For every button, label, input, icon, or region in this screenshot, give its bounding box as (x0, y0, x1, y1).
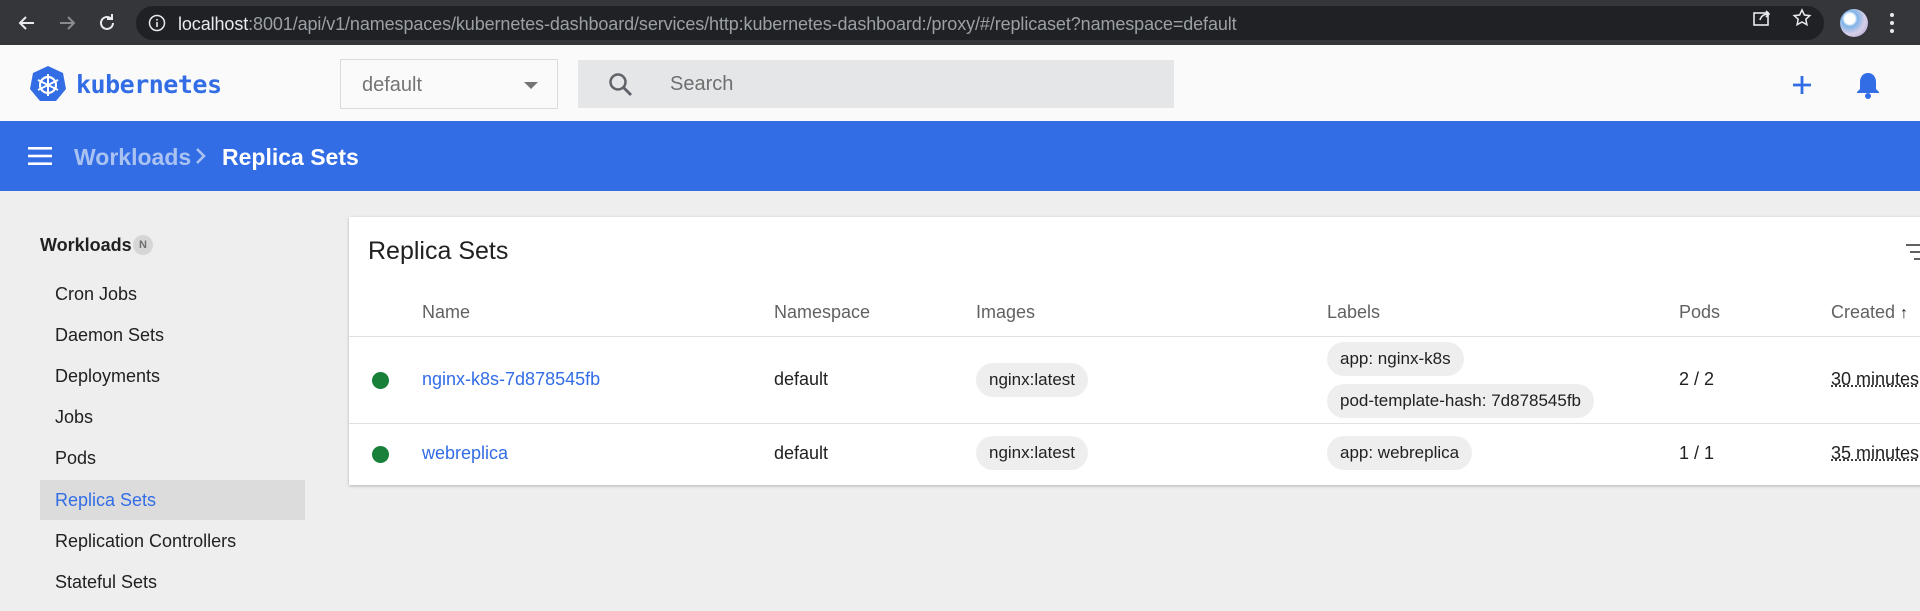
created-age: 35 minutes (1831, 443, 1919, 464)
status-ok-icon (372, 446, 389, 463)
forward-arrow-icon[interactable] (52, 8, 82, 38)
column-header-name[interactable]: Name (422, 302, 470, 323)
hamburger-menu-icon[interactable] (28, 147, 52, 165)
chevron-down-icon (524, 82, 538, 89)
back-arrow-icon[interactable] (12, 8, 42, 38)
image-chip: nginx:latest (976, 363, 1088, 397)
sidebar-item-daemon-sets[interactable]: Daemon Sets (40, 315, 305, 355)
namespace-select[interactable]: default (340, 59, 558, 109)
url-path: :8001/api/v1/namespaces/kubernetes-dashb… (248, 14, 1236, 34)
profile-avatar[interactable] (1840, 9, 1868, 37)
created-age: 30 minutes (1831, 369, 1919, 390)
sidebar-heading-workloads[interactable]: Workloads (40, 235, 132, 256)
column-header-namespace: Namespace (774, 302, 870, 323)
logo-text[interactable]: kubernetes (76, 70, 222, 99)
sidebar-item-replication-controllers[interactable]: Replication Controllers (40, 521, 305, 561)
site-info-icon[interactable] (148, 14, 166, 32)
namespaced-badge: N (133, 235, 153, 255)
url-host: localhost (178, 14, 248, 34)
replicaset-namespace: default (774, 369, 828, 390)
sidebar-item-pods[interactable]: Pods (40, 438, 305, 478)
row-divider (349, 423, 1920, 424)
sidebar-item-deployments[interactable]: Deployments (40, 356, 305, 396)
label-chip: pod-template-hash: 7d878545fb (1327, 384, 1594, 418)
browser-menu-icon[interactable] (1882, 10, 1902, 36)
reload-icon[interactable] (92, 8, 122, 38)
page-title: Replica Sets (222, 144, 359, 171)
search-icon (608, 72, 634, 98)
status-ok-icon (372, 372, 389, 389)
address-bar[interactable]: localhost:8001/api/v1/namespaces/kuberne… (136, 6, 1824, 40)
search-input[interactable]: Search (670, 73, 733, 96)
sidebar-item-jobs[interactable]: Jobs (40, 397, 305, 437)
table-divider (349, 336, 1920, 337)
pods-count: 2 / 2 (1679, 369, 1714, 390)
sidebar-item-stateful-sets[interactable]: Stateful Sets (40, 562, 305, 602)
kubernetes-logo-icon[interactable] (29, 65, 67, 103)
replicaset-namespace: default (774, 443, 828, 464)
replicaset-name-link[interactable]: nginx-k8s-7d878545fb (422, 369, 600, 390)
breadcrumb-workloads[interactable]: Workloads (74, 144, 191, 171)
label-chip: app: webreplica (1327, 436, 1472, 470)
column-header-images: Images (976, 302, 1035, 323)
label-chip: app: nginx-k8s (1327, 342, 1464, 376)
column-header-pods: Pods (1679, 302, 1720, 323)
card-title: Replica Sets (368, 237, 508, 266)
sidebar-item-replica-sets[interactable]: Replica Sets (40, 480, 305, 520)
search-bar[interactable]: Search (578, 60, 1174, 108)
sort-arrow-up-icon[interactable]: ↑ (1900, 305, 1908, 323)
namespace-value: default (362, 74, 422, 97)
image-chip: nginx:latest (976, 436, 1088, 470)
sidebar-item-cron-jobs[interactable]: Cron Jobs (40, 274, 305, 314)
column-header-created-label: Created (1831, 302, 1895, 322)
chevron-right-icon (194, 146, 208, 166)
url-text: localhost:8001/api/v1/namespaces/kuberne… (178, 14, 1237, 35)
pods-count: 1 / 1 (1679, 443, 1714, 464)
column-header-created[interactable]: Created ↑ (1831, 302, 1908, 323)
add-icon[interactable] (1788, 71, 1816, 99)
bookmark-star-icon[interactable] (1792, 8, 1812, 28)
column-header-labels: Labels (1327, 302, 1380, 323)
replicaset-name-link[interactable]: webreplica (422, 443, 508, 464)
bell-icon[interactable] (1854, 70, 1882, 100)
filter-icon[interactable] (1906, 243, 1920, 261)
share-icon[interactable] (1752, 8, 1772, 28)
